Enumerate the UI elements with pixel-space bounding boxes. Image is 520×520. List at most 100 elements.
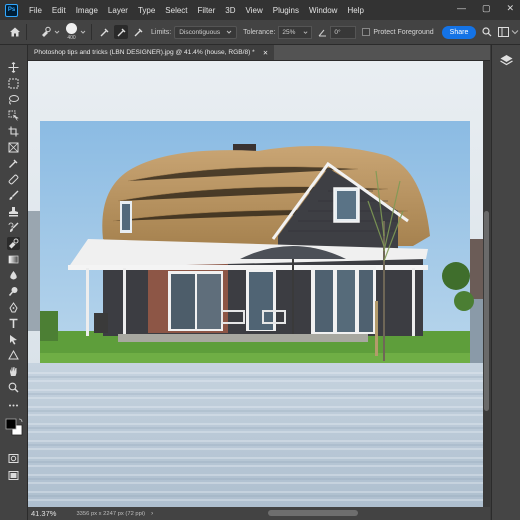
menu-edit[interactable]: Edit bbox=[47, 6, 71, 15]
lasso-tool-icon bbox=[9, 95, 19, 105]
brush-tool[interactable] bbox=[7, 189, 20, 202]
sampling-swatch-button[interactable] bbox=[131, 25, 145, 39]
sampling-once-button[interactable] bbox=[114, 25, 128, 39]
angle-field[interactable]: 0° bbox=[330, 25, 357, 39]
document-info: 3356 px x 2247 px (72 ppi) bbox=[76, 510, 146, 517]
object-select-tool-icon bbox=[8, 110, 19, 121]
close-window-button[interactable]: ✕ bbox=[506, 3, 514, 14]
gradient-tool[interactable] bbox=[7, 253, 20, 266]
menu-help[interactable]: Help bbox=[342, 6, 368, 15]
eyedropper-icon bbox=[100, 28, 108, 36]
crop-tool-icon bbox=[8, 126, 19, 137]
background-eraser-tool[interactable] bbox=[7, 237, 20, 250]
workspace-icon[interactable] bbox=[498, 27, 510, 37]
dodge-tool-icon bbox=[8, 287, 18, 296]
object-select-tool[interactable] bbox=[7, 109, 20, 122]
crop-tool[interactable] bbox=[7, 125, 20, 138]
document-tab[interactable]: Photoshop tips and tricks (LBN DESIGNER)… bbox=[28, 45, 275, 60]
limits-dropdown[interactable]: Discontiguous bbox=[174, 25, 238, 39]
close-tab-icon[interactable]: ✕ bbox=[263, 49, 269, 57]
dodge-tool[interactable] bbox=[7, 285, 20, 298]
menu-image[interactable]: Image bbox=[71, 6, 103, 15]
angle-icon bbox=[318, 29, 327, 36]
more-tools[interactable] bbox=[7, 399, 20, 412]
pen-tool[interactable] bbox=[7, 301, 20, 314]
frame-tool-icon bbox=[8, 142, 19, 153]
minimize-button[interactable]: — bbox=[457, 3, 466, 14]
status-bar: 41.37% 3356 px x 2247 px (72 ppi) › bbox=[28, 507, 490, 520]
tolerance-field[interactable]: 25% bbox=[278, 25, 313, 39]
background-eraser-tool-icon bbox=[9, 238, 19, 249]
frame-tool[interactable] bbox=[7, 141, 20, 154]
protect-foreground-checkbox[interactable] bbox=[362, 28, 371, 36]
zoom-tool[interactable] bbox=[7, 381, 20, 394]
more-tools-icon bbox=[9, 404, 18, 407]
house-layer bbox=[40, 121, 474, 363]
menu-filter[interactable]: Filter bbox=[193, 6, 221, 15]
home-icon[interactable] bbox=[9, 26, 21, 38]
tolerance-label: Tolerance: bbox=[243, 28, 276, 36]
right-panel-dock bbox=[491, 45, 520, 520]
tolerance-value: 25% bbox=[282, 28, 296, 36]
canvas-image bbox=[28, 61, 483, 507]
menu-layer[interactable]: Layer bbox=[103, 6, 133, 15]
shape-tool-icon bbox=[8, 350, 19, 360]
tool-preset-picker[interactable] bbox=[40, 26, 60, 38]
screen-mode-icon bbox=[8, 471, 19, 480]
move-tool[interactable] bbox=[7, 61, 20, 74]
horizontal-scroll-thumb[interactable] bbox=[268, 510, 358, 516]
history-brush-tool[interactable] bbox=[7, 221, 20, 234]
canvas[interactable] bbox=[28, 61, 483, 507]
clone-stamp-tool[interactable] bbox=[7, 205, 20, 218]
lasso-tool[interactable] bbox=[7, 93, 20, 106]
type-tool-icon bbox=[9, 318, 18, 328]
eyedropper-tool[interactable] bbox=[7, 157, 20, 170]
brush-tip-icon bbox=[66, 23, 77, 34]
chevron-down-icon[interactable] bbox=[511, 29, 519, 35]
vertical-scroll-thumb[interactable] bbox=[484, 211, 489, 411]
status-menu-arrow[interactable]: › bbox=[151, 511, 153, 517]
menu-plugins[interactable]: Plugins bbox=[268, 6, 304, 15]
brush-size-picker[interactable]: 400 bbox=[66, 23, 77, 41]
blur-tool-icon bbox=[10, 271, 17, 280]
menu-window[interactable]: Window bbox=[304, 6, 342, 15]
path-select-tool-icon bbox=[10, 335, 17, 345]
photoshop-logo: Ps bbox=[5, 3, 18, 17]
zoom-level[interactable]: 41.37% bbox=[31, 509, 56, 518]
sampling-continuous-button[interactable] bbox=[97, 25, 111, 39]
menu-view[interactable]: View bbox=[241, 6, 268, 15]
screen-mode-tool[interactable] bbox=[7, 469, 20, 482]
document-tab-title: Photoshop tips and tricks (LBN DESIGNER)… bbox=[34, 49, 255, 56]
hand-tool[interactable] bbox=[7, 365, 20, 378]
menu-select[interactable]: Select bbox=[160, 6, 192, 15]
color-swatches[interactable] bbox=[4, 417, 24, 437]
chevron-down-icon[interactable] bbox=[80, 29, 86, 35]
menu-bar: Ps File Edit Image Layer Type Select Fil… bbox=[0, 0, 520, 20]
marquee-tool[interactable] bbox=[7, 77, 20, 90]
blur-tool[interactable] bbox=[7, 269, 20, 282]
healing-brush-tool[interactable] bbox=[7, 173, 20, 186]
gradient-tool-icon bbox=[8, 255, 19, 264]
eyedropper-tool-icon bbox=[9, 159, 18, 168]
shape-tool[interactable] bbox=[7, 349, 20, 362]
limits-label: Limits: bbox=[151, 28, 172, 36]
zoom-tool-icon bbox=[8, 382, 19, 393]
share-button[interactable]: Share bbox=[441, 25, 477, 39]
menu-type[interactable]: Type bbox=[133, 6, 160, 15]
eyedropper-swatch-icon bbox=[134, 28, 142, 36]
maximize-button[interactable]: ▢ bbox=[482, 3, 491, 14]
search-icon[interactable] bbox=[482, 27, 492, 37]
layers-icon[interactable] bbox=[499, 53, 514, 68]
vertical-scrollbar[interactable] bbox=[483, 61, 490, 507]
menu-file[interactable]: File bbox=[24, 6, 47, 15]
document-tab-bar: Photoshop tips and tricks (LBN DESIGNER)… bbox=[28, 45, 490, 61]
clone-stamp-tool-icon bbox=[9, 207, 18, 217]
history-brush-tool-icon bbox=[8, 222, 19, 232]
quick-mask-tool[interactable] bbox=[7, 452, 20, 465]
brush-angle: 0° bbox=[318, 25, 357, 39]
type-tool[interactable] bbox=[7, 317, 20, 330]
move-tool-icon bbox=[8, 62, 19, 73]
angle-value: 0° bbox=[334, 28, 341, 36]
path-select-tool[interactable] bbox=[7, 333, 20, 346]
menu-3d[interactable]: 3D bbox=[220, 6, 240, 15]
